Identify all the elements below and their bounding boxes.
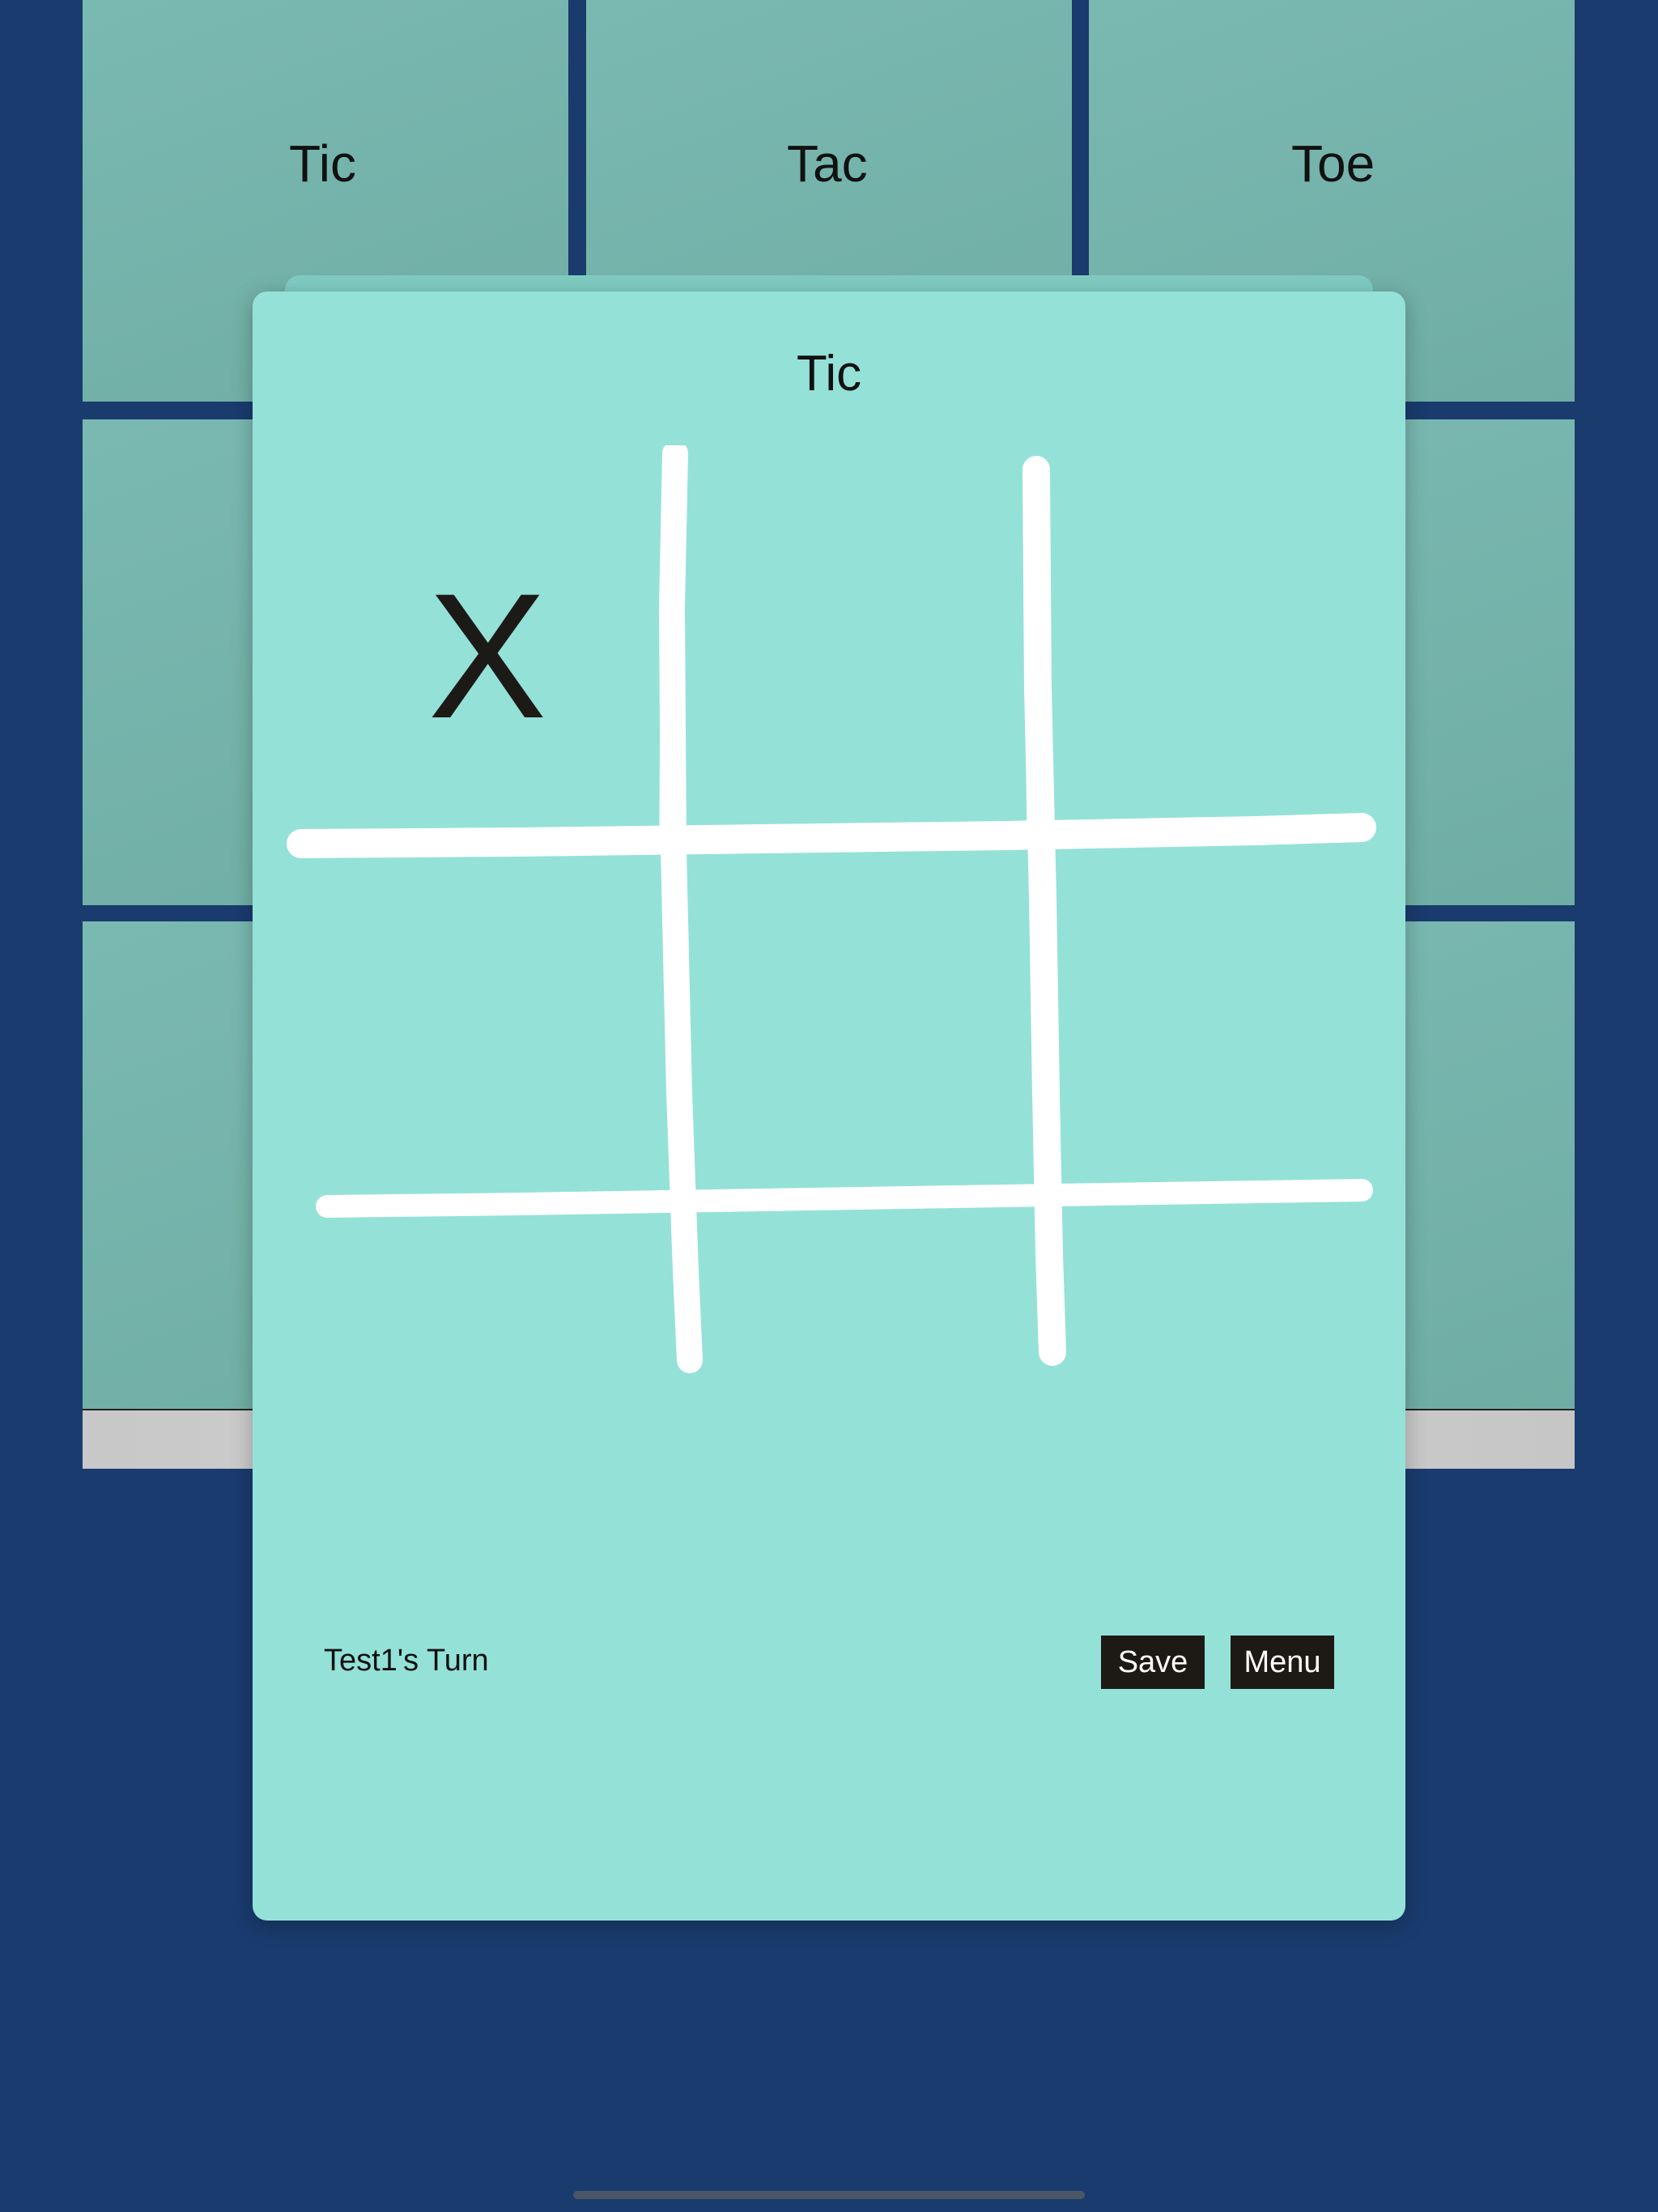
- background-cell-label: Tac: [787, 134, 868, 193]
- menu-button[interactable]: Menu: [1231, 1636, 1334, 1689]
- background-cell-label: Tic: [289, 134, 356, 193]
- board-cell-3[interactable]: [1046, 478, 1402, 834]
- board-cell-4[interactable]: [309, 854, 665, 1210]
- board-cell-2[interactable]: [682, 478, 1038, 834]
- background-cell-label: Toe: [1291, 134, 1375, 193]
- board-cell-5[interactable]: [682, 854, 1038, 1210]
- board-cell-9[interactable]: [1046, 1214, 1402, 1571]
- board-cell-6[interactable]: [1046, 854, 1402, 1210]
- board-cell-1[interactable]: X: [309, 478, 665, 834]
- board-cell-7[interactable]: [309, 1214, 665, 1571]
- save-button[interactable]: Save: [1101, 1636, 1205, 1689]
- board-cell-8[interactable]: [682, 1214, 1038, 1571]
- home-indicator[interactable]: [573, 2191, 1085, 2199]
- game-title: Tic: [796, 346, 862, 402]
- turn-indicator: Test1's Turn: [324, 1644, 489, 1678]
- game-board: X: [277, 445, 1378, 1530]
- game-card: Tic X Test1's Turn Save Menu: [253, 291, 1405, 1921]
